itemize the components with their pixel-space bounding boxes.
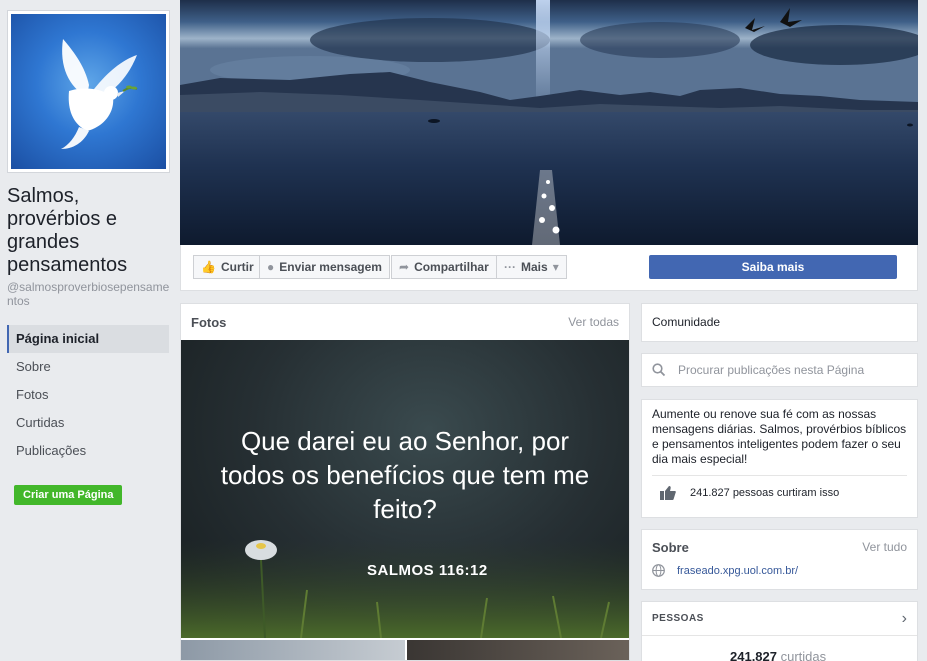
- message-label: Enviar mensagem: [279, 260, 382, 274]
- thumbs-up-icon: 👍: [201, 260, 216, 274]
- page-actions-bar: 👍 Curtir ● Enviar mensagem ➦ Compartilha…: [180, 245, 918, 291]
- left-nav: Página inicial Sobre Fotos Curtidas Publ…: [7, 325, 169, 465]
- learn-more-button[interactable]: Saiba mais: [649, 255, 897, 279]
- profile-picture[interactable]: [7, 10, 170, 173]
- photo-thumbnails: [181, 640, 629, 660]
- caret-down-icon: ▾: [552, 260, 559, 274]
- cover-photo[interactable]: [180, 0, 918, 245]
- photo-thumbnail[interactable]: [407, 640, 629, 660]
- website-link[interactable]: fraseado.xpg.uol.com.br/: [677, 565, 798, 577]
- photo-thumbnail[interactable]: [181, 640, 405, 660]
- search-placeholder: Procurar publicações nesta Página: [678, 363, 865, 377]
- likes-summary[interactable]: 241.827 pessoas curtiram isso: [652, 475, 907, 500]
- send-message-button[interactable]: ● Enviar mensagem: [259, 255, 390, 279]
- like-button[interactable]: 👍 Curtir: [193, 255, 262, 279]
- thumbs-up-icon: [660, 486, 676, 500]
- more-label: Mais: [521, 260, 548, 274]
- likes-word: curtidas: [780, 649, 827, 661]
- likes-number: 241.827: [730, 649, 777, 661]
- chevron-right-icon[interactable]: ›: [902, 610, 907, 628]
- featured-photo[interactable]: Que darei eu ao Senhor, por todos os ben…: [181, 340, 629, 638]
- page-handle[interactable]: @salmosproverbiosepensamentos: [7, 280, 172, 308]
- nav-item-posts[interactable]: Publicações: [7, 437, 169, 465]
- about-see-all-link[interactable]: Ver tudo: [862, 540, 907, 554]
- more-button[interactable]: ··· Mais ▾: [496, 255, 567, 279]
- photos-see-all-link[interactable]: Ver todas: [568, 315, 619, 329]
- like-label: Curtir: [220, 260, 254, 274]
- likes-count-text: 241.827 pessoas curtiram isso: [690, 487, 840, 499]
- page-name[interactable]: Salmos, provérbios e grandes pensamentos: [7, 185, 172, 277]
- nav-item-home[interactable]: Página inicial: [7, 325, 169, 353]
- nav-item-likes[interactable]: Curtidas: [7, 409, 169, 437]
- community-title: Comunidade: [652, 315, 721, 329]
- globe-icon: [652, 564, 665, 577]
- page-description: Aumente ou renove sua fé com as nossas m…: [652, 407, 907, 466]
- photos-title[interactable]: Fotos: [191, 315, 226, 330]
- people-card: PESSOAS › 241.827 curtidas: [641, 601, 918, 661]
- messenger-icon: ●: [267, 260, 275, 274]
- about-card: Sobre Ver tudo fraseado.xpg.uol.com.br/: [641, 529, 918, 590]
- community-card[interactable]: Comunidade: [641, 303, 918, 342]
- share-label: Compartilhar: [414, 260, 489, 274]
- about-description-card: Aumente ou renove sua fé com as nossas m…: [641, 399, 918, 518]
- create-page-button[interactable]: Criar uma Página: [14, 485, 123, 505]
- photo-quote: Que darei eu ao Senhor, por todos os ben…: [220, 426, 590, 524]
- page-search-box[interactable]: Procurar publicações nesta Página: [641, 353, 918, 387]
- photos-card: Fotos Ver todas Que darei eu ao Senhor, …: [180, 303, 630, 661]
- share-icon: ➦: [399, 260, 410, 274]
- about-title[interactable]: Sobre: [652, 540, 689, 555]
- more-dots-icon: ···: [504, 260, 516, 274]
- search-icon: [652, 363, 666, 377]
- nav-item-about[interactable]: Sobre: [7, 353, 169, 381]
- photo-reference: SALMOS 116:12: [367, 562, 488, 579]
- share-button[interactable]: ➦ Compartilhar: [391, 255, 497, 279]
- people-title[interactable]: PESSOAS: [652, 613, 704, 624]
- nav-item-photos[interactable]: Fotos: [7, 381, 169, 409]
- people-likes-count: 241.827 curtidas: [730, 649, 826, 661]
- dove-logo: [11, 14, 166, 169]
